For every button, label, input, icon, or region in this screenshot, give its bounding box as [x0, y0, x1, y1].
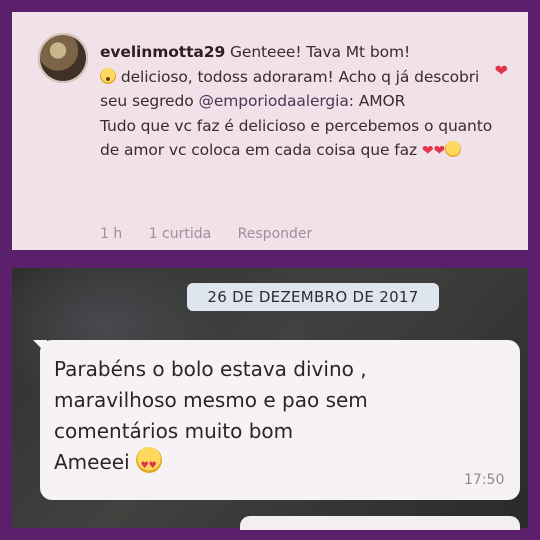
heart-eyes-emoji-icon — [135, 447, 162, 482]
shocked-face-emoji-icon — [100, 67, 116, 84]
comment-body: evelinmotta29 Genteee! Tava Mt bom! deli… — [100, 40, 496, 164]
comment-username[interactable]: evelinmotta29 — [100, 43, 225, 61]
message-line-4-text: Ameeei — [54, 450, 130, 474]
message-line-2: maravilhoso mesmo e pao sem — [54, 388, 368, 412]
red-heart-emoji-icon: ❤ — [433, 143, 446, 160]
message-line-4: Ameeei — [54, 447, 474, 482]
next-message-bubble — [240, 516, 520, 530]
comment-text-1: Genteee! Tava Mt bom! — [225, 43, 411, 61]
comment-time: 1 h — [100, 226, 123, 242]
message-line-1: Parabéns o bolo estava divino , — [54, 357, 367, 381]
comment-mention[interactable]: @emporiodaalergia — [198, 92, 348, 110]
comment-likes-link[interactable]: 1 curtida — [149, 226, 212, 242]
instagram-comment-card: evelinmotta29 Genteee! Tava Mt bom! deli… — [12, 12, 528, 250]
comment-meta: 1 h 1 curtida Responder — [100, 226, 334, 242]
reply-button[interactable]: Responder — [238, 226, 313, 242]
message-text: Parabéns o bolo estava divino , maravilh… — [54, 354, 474, 482]
comment-text-3: : AMOR — [348, 92, 406, 111]
avatar[interactable] — [38, 33, 88, 83]
kiss-face-emoji-icon — [445, 141, 462, 158]
message-time: 17:50 — [464, 472, 505, 488]
red-heart-emoji-icon: ❤ — [421, 143, 434, 160]
message-line-3: comentários muito bom — [54, 419, 294, 443]
like-heart-icon[interactable]: ❤ — [495, 63, 508, 79]
date-chip: 26 DE DEZEMBRO DE 2017 — [187, 283, 439, 311]
